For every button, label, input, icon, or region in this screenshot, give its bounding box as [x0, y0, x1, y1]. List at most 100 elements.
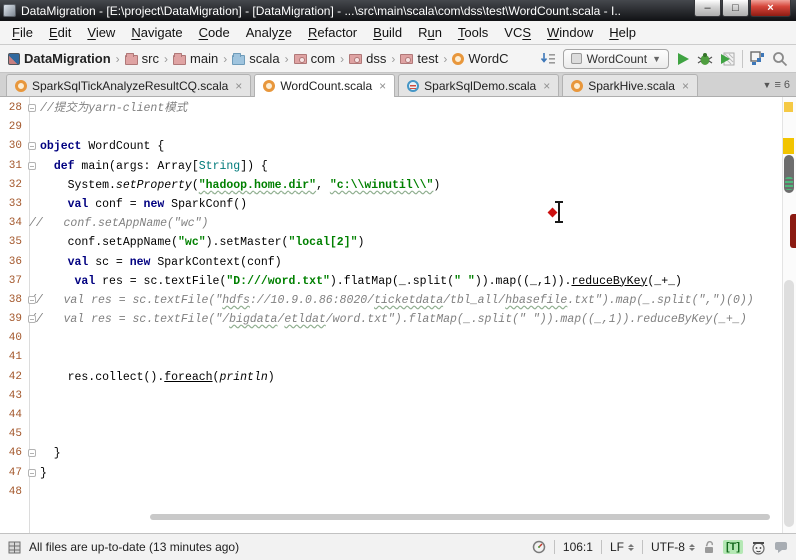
code-text[interactable]: // val res = sc.textFile("hdfs://10.9.0.…: [29, 291, 754, 310]
close-button[interactable]: ×: [750, 0, 791, 17]
code-text[interactable]: }: [40, 464, 47, 483]
tab-close-icon[interactable]: ×: [543, 79, 550, 93]
menu-navigate[interactable]: Navigate: [123, 22, 190, 43]
menu-file[interactable]: File: [4, 22, 41, 43]
window-controls: – □ ×: [694, 0, 791, 17]
code-text[interactable]: System.setProperty("hadoop.home.dir", "c…: [40, 176, 440, 195]
message-bubble-icon[interactable]: [774, 541, 788, 553]
breadcrumb-datamigration[interactable]: DataMigration: [8, 51, 111, 66]
breadcrumb-com[interactable]: com: [294, 51, 336, 66]
line-number: 31: [0, 157, 26, 176]
toolbox-icon[interactable]: [8, 541, 21, 554]
hidden-tabs-count: 6: [784, 79, 790, 91]
chevron-down-icon[interactable]: ▼: [763, 80, 772, 90]
caret-position[interactable]: 106:1: [563, 540, 593, 554]
line-number: 38: [0, 291, 26, 310]
fold-marker-icon[interactable]: [28, 104, 36, 112]
text-cursor-pointer-icon: [552, 201, 566, 223]
folder-icon: [173, 55, 186, 65]
code-line-44: 44: [0, 406, 796, 425]
hector-inspector-icon[interactable]: [751, 540, 766, 555]
breadcrumb-src[interactable]: src: [125, 51, 159, 66]
tab-overflow-controls[interactable]: ▼ ≡ 6: [763, 79, 790, 96]
vertical-scrollbar-track[interactable]: [784, 280, 794, 527]
navigation-bar: DataMigration›src›main›scala›com›dss›tes…: [0, 45, 796, 73]
code-text[interactable]: val conf = new SparkConf(): [40, 195, 247, 214]
line-separator-select[interactable]: LF: [610, 540, 634, 554]
code-text[interactable]: // val res = sc.textFile("/bigdata/etlda…: [29, 310, 747, 329]
code-text[interactable]: // conf.setAppName("wc"): [29, 214, 208, 233]
breadcrumb-separator: ›: [115, 52, 121, 66]
tab-SparkHive.scala[interactable]: SparkHive.scala×: [562, 74, 698, 96]
fold-marker-icon[interactable]: [28, 315, 36, 323]
line-number: 42: [0, 368, 26, 387]
tab-SparkSqlDemo.scala[interactable]: SparkSqlDemo.scala×: [398, 74, 559, 96]
debug-button[interactable]: [697, 52, 713, 66]
editor-tab-bar: SparkSqlTickAnalyzeResultCQ.scala×WordCo…: [0, 73, 796, 97]
code-editor[interactable]: 28//提交为yarn-client模式2930object WordCount…: [0, 97, 796, 533]
line-number: 37: [0, 272, 26, 291]
code-text[interactable]: //提交为yarn-client模式: [40, 99, 187, 118]
vertical-scrollbar-thumb[interactable]: [784, 155, 794, 193]
horizontal-scrollbar[interactable]: [150, 514, 770, 520]
typo-mode-badge[interactable]: [T]: [723, 540, 743, 554]
menu-tools[interactable]: Tools: [450, 22, 496, 43]
bytecode-sort-icon[interactable]: [540, 52, 556, 66]
menu-edit[interactable]: Edit: [41, 22, 79, 43]
status-message: All files are up-to-date (13 minutes ago…: [29, 540, 239, 554]
menu-window[interactable]: Window: [539, 22, 601, 43]
minimize-button[interactable]: –: [694, 0, 721, 17]
performance-gauge-icon[interactable]: [532, 540, 546, 554]
run-with-coverage-button[interactable]: [720, 52, 735, 66]
menu-build[interactable]: Build: [365, 22, 410, 43]
title-bar[interactable]: DataMigration - [E:\project\DataMigratio…: [0, 0, 796, 21]
run-button[interactable]: [676, 52, 690, 66]
run-configuration-select[interactable]: WordCount ▼: [563, 49, 669, 69]
menu-vcs[interactable]: VCS: [496, 22, 539, 43]
menu-analyze[interactable]: Analyze: [238, 22, 300, 43]
code-text[interactable]: val sc = new SparkContext(conf): [40, 253, 282, 272]
encoding-select[interactable]: UTF-8: [651, 540, 695, 554]
fold-marker-icon[interactable]: [28, 449, 36, 457]
tab-close-icon[interactable]: ×: [379, 79, 386, 93]
breadcrumb-main[interactable]: main: [173, 51, 218, 66]
tab-close-icon[interactable]: ×: [682, 79, 689, 93]
code-text[interactable]: object WordCount {: [40, 137, 164, 156]
breadcrumb-scala[interactable]: scala: [232, 51, 279, 66]
chevron-down-icon: ▼: [652, 54, 661, 64]
search-everywhere-icon[interactable]: [772, 51, 788, 67]
code-text[interactable]: res.collect().foreach(println): [40, 368, 275, 387]
code-line-36: 36 val sc = new SparkContext(conf): [0, 253, 796, 272]
unlocked-padlock-icon[interactable]: [703, 540, 715, 554]
menu-help[interactable]: Help: [601, 22, 644, 43]
run-toolbar: WordCount ▼: [540, 49, 788, 69]
fold-marker-icon[interactable]: [28, 469, 36, 477]
breadcrumb-separator: ›: [390, 52, 396, 66]
code-text[interactable]: }: [40, 444, 61, 463]
code-text[interactable]: val res = sc.textFile("D:///word.txt").f…: [40, 272, 682, 291]
menu-view[interactable]: View: [79, 22, 123, 43]
tool-windows-icon[interactable]: [750, 51, 765, 66]
warning-marker-icon[interactable]: [784, 102, 793, 112]
breadcrumb-test[interactable]: test: [400, 51, 438, 66]
tab-list-icon[interactable]: ≡: [774, 79, 780, 91]
tab-close-icon[interactable]: ×: [235, 79, 242, 93]
fold-marker-icon[interactable]: [28, 142, 36, 150]
tab-WordCount.scala[interactable]: WordCount.scala×: [254, 74, 395, 97]
error-stripe[interactable]: [782, 97, 796, 533]
tab-SparkSqlTickAnalyzeResultCQ.scala[interactable]: SparkSqlTickAnalyzeResultCQ.scala×: [6, 74, 251, 96]
line-number: 33: [0, 195, 26, 214]
fold-marker-icon[interactable]: [28, 296, 36, 304]
fold-marker-icon[interactable]: [28, 162, 36, 170]
code-text[interactable]: conf.setAppName("wc").setMaster("local[2…: [40, 233, 364, 252]
breadcrumb-wordc[interactable]: WordC: [452, 51, 508, 66]
line-number: 39: [0, 310, 26, 329]
code-text[interactable]: def main(args: Array[String]) {: [40, 157, 268, 176]
warning-marker-icon[interactable]: [783, 138, 794, 154]
breadcrumb-dss[interactable]: dss: [349, 51, 386, 66]
code-line-34: 34// conf.setAppName("wc"): [0, 214, 796, 233]
menu-run[interactable]: Run: [410, 22, 450, 43]
menu-refactor[interactable]: Refactor: [300, 22, 365, 43]
menu-code[interactable]: Code: [191, 22, 238, 43]
maximize-button[interactable]: □: [722, 0, 749, 17]
